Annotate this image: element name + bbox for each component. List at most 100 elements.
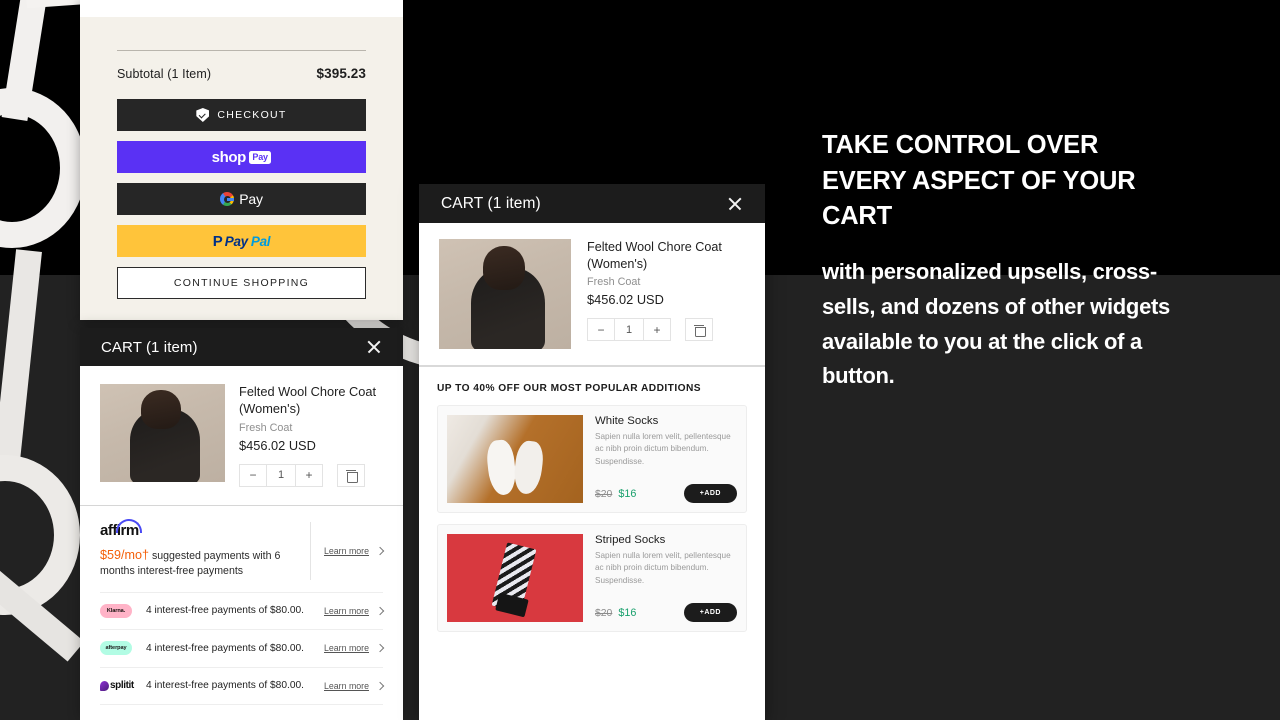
product-title[interactable]: Felted Wool Chore Coat (Women's) [587,239,745,272]
paypal-word-b: Pal [250,233,271,249]
upsell-card-white-socks[interactable]: White Socks Sapien nulla lorem velit, pe… [437,405,747,513]
upsell-sale-price: $16 [618,606,637,619]
cart-left-item-meta: Felted Wool Chore Coat (Women's) Fresh C… [239,384,383,487]
product-thumbnail[interactable] [439,239,571,349]
quantity-increase-button[interactable]: + [295,463,323,487]
upsell-original-price: $20 [595,488,613,500]
financing-row-splitit[interactable]: splitit 4 interest-free payments of $80.… [100,668,385,705]
trash-icon [346,470,358,483]
upsell-add-button[interactable]: +ADD [683,603,737,622]
shop-pay-button[interactable]: shop Pay [117,141,366,173]
subtotal-row: Subtotal (1 Item) $395.23 [117,66,366,81]
shop-pay-logo: shop Pay [212,149,272,166]
remove-item-button[interactable] [685,318,713,342]
continue-shopping-label: CONTINUE SHOPPING [173,277,310,289]
affirm-content: affirm $59/mo† suggested payments with 6… [100,518,311,580]
cart-left-line-item: Felted Wool Chore Coat (Women's) Fresh C… [80,366,403,505]
affirm-learn-more-group[interactable]: Learn more [311,546,385,556]
paypal-word-a: Pay [224,233,248,249]
upsell-thumbnail[interactable] [447,534,583,622]
subtotal-label: Subtotal (1 Item) [117,67,212,81]
upsell-product-name: White Socks [595,415,659,427]
upsell-card-striped-socks[interactable]: Striped Socks Sapien nulla lorem velit, … [437,524,747,632]
quantity-decrease-button[interactable]: − [239,463,267,487]
product-variant: Fresh Coat [587,276,641,289]
afterpay-learn-more-group[interactable]: Learn more [311,643,385,653]
google-pay-logo: Pay [220,191,263,207]
shop-pay-chip: Pay [248,150,272,164]
upsell-thumbnail[interactable] [447,415,583,503]
trash-icon [694,324,706,338]
splitit-mark: splitit [100,680,134,691]
financing-row-klarna[interactable]: Klarna. 4 interest-free payments of $80.… [100,593,385,630]
learn-more-link[interactable]: Learn more [324,606,369,616]
financing-row-afterpay[interactable]: afterpay 4 interest-free payments of $80… [100,630,385,668]
quantity-value[interactable]: 1 [615,318,643,342]
upsell-product-description: Sapien nulla lorem velit, pellentesque a… [595,551,731,585]
financing-row-affirm[interactable]: affirm $59/mo† suggested payments with 6… [100,506,385,593]
financing-options: affirm $59/mo† suggested payments with 6… [80,506,403,705]
klarna-learn-more-group[interactable]: Learn more [311,606,385,616]
product-price: $456.02 USD [587,292,664,308]
splitit-wordmark: splitit [110,680,134,692]
learn-more-link[interactable]: Learn more [324,546,369,556]
product-title[interactable]: Felted Wool Chore Coat (Women's) [239,384,383,418]
screenshot-stage: Subtotal (1 Item) $395.23 CHECKOUT shop … [0,0,1280,720]
upsell-original-price: $20 [595,607,613,619]
marketing-copy: TAKE CONTROL OVER EVERY ASPECT OF YOUR C… [822,128,1182,394]
splitit-terms: 4 interest-free payments of $80.00. [146,680,304,692]
shop-pay-word: shop [211,148,247,166]
shield-check-icon [196,108,210,122]
cart-mid-header: CART (1 item) [419,184,765,223]
upsell-add-button[interactable]: +ADD [683,484,737,503]
upsell-sale-price: $16 [618,487,637,500]
affirm-copy: $59/mo† suggested payments with 6 months… [100,546,294,580]
product-price: $456.02 USD [239,437,316,453]
close-icon[interactable] [366,339,382,355]
chevron-right-icon [375,681,385,690]
google-pay-word: Pay [239,191,263,207]
checkout-button[interactable]: CHECKOUT [117,99,366,131]
remove-item-button[interactable] [337,463,365,487]
afterpay-logo: afterpay [100,641,132,656]
cart-drawer-left: CART (1 item) Felted Wool Chore Coat (Wo… [80,328,403,720]
panel-top-cap [80,0,403,17]
cart-mid-item-meta: Felted Wool Chore Coat (Women's) Fresh C… [587,239,745,349]
decorative-glyph-stem-lower [0,249,42,481]
quantity-stepper: − 1 + [239,463,323,487]
continue-shopping-button[interactable]: CONTINUE SHOPPING [117,267,366,299]
close-icon[interactable] [727,196,743,212]
cart-mid-title: CART (1 item) [441,194,541,212]
cart-drawer-middle: CART (1 item) Felted Wool Chore Coat (Wo… [419,184,765,720]
paypal-logo: P Pay Pal [213,233,271,250]
chevron-right-icon [375,606,385,615]
upsell-meta: Striped Socks Sapien nulla lorem velit, … [595,534,737,622]
decorative-glyph-ring-upper [0,88,86,248]
learn-more-link[interactable]: Learn more [324,643,369,653]
product-thumbnail[interactable] [100,384,225,482]
google-pay-button[interactable]: Pay [117,183,366,215]
cart-left-title: CART (1 item) [101,338,198,356]
splitit-dot-icon [100,680,109,691]
quantity-increase-button[interactable]: + [643,318,671,342]
affirm-logo: affirm [100,518,142,540]
marketing-headline: TAKE CONTROL OVER EVERY ASPECT OF YOUR C… [822,131,1136,231]
afterpay-terms: 4 interest-free payments of $80.00. [146,642,304,654]
upsell-meta: White Socks Sapien nulla lorem velit, pe… [595,415,737,503]
paypal-p-icon: P [212,232,223,250]
splitit-learn-more-group[interactable]: Learn more [311,681,385,691]
quantity-decrease-button[interactable]: − [587,318,615,342]
chevron-right-icon [375,546,385,555]
quantity-value[interactable]: 1 [267,463,295,487]
learn-more-link[interactable]: Learn more [324,681,369,691]
upsell-section: UP TO 40% OFF OUR MOST POPULAR ADDITIONS… [419,367,765,632]
chevron-right-icon [375,644,385,653]
order-summary-panel: Subtotal (1 Item) $395.23 CHECKOUT shop … [80,0,403,320]
cart-mid-line-item: Felted Wool Chore Coat (Women's) Fresh C… [419,223,765,365]
paypal-button[interactable]: P Pay Pal [117,225,366,257]
klarna-terms: 4 interest-free payments of $80.00. [146,605,304,617]
checkout-button-label: CHECKOUT [217,109,287,121]
summary-divider [117,50,366,51]
upsell-product-description: Sapien nulla lorem velit, pellentesque a… [595,432,731,466]
upsell-footer: $20 $16 +ADD [595,597,737,622]
